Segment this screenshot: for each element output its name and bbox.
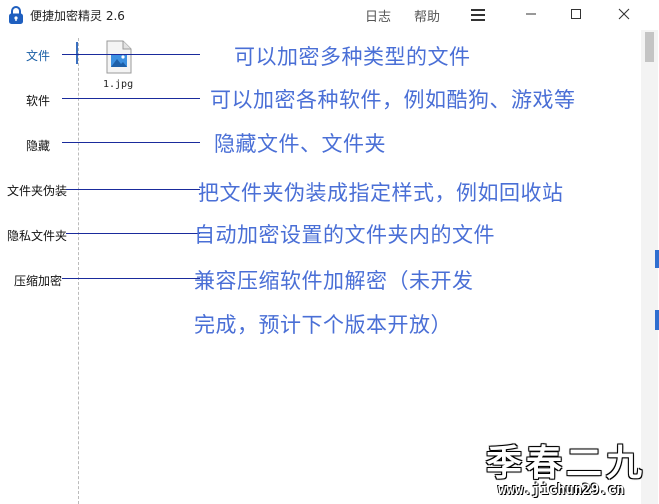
file-name: 1.jpg xyxy=(103,79,134,90)
annotation-private-folder: 自动加密设置的文件夹内的文件 xyxy=(194,223,495,247)
annotation-line xyxy=(66,189,200,190)
lock-icon xyxy=(9,6,23,24)
annotation-line xyxy=(66,233,200,234)
sidebar-item-compress-encrypt[interactable]: 压缩加密 xyxy=(14,272,62,289)
app-title: 便捷加密精灵 2.6 xyxy=(30,9,125,23)
edge-accent xyxy=(655,310,659,330)
annotation-line xyxy=(62,54,200,55)
watermark-text: 季春二九 xyxy=(486,442,647,484)
annotation-software: 可以加密各种软件，例如酷狗、游戏等 xyxy=(210,88,576,112)
hamburger-menu-icon[interactable] xyxy=(471,9,485,21)
active-indicator xyxy=(76,42,78,64)
annotation-compress-line2: 完成，预计下个版本开放） xyxy=(194,313,452,337)
watermark: 季春二九 www.jichun29.cn xyxy=(486,434,652,502)
minimize-icon[interactable] xyxy=(519,3,543,25)
sidebar-item-files[interactable]: 文件 xyxy=(26,47,50,64)
annotation-line xyxy=(62,278,200,279)
watermark-url: www.jichun29.cn xyxy=(498,482,625,498)
annotation-compress-line1: 兼容压缩软件加解密（未开发 xyxy=(194,269,474,293)
sidebar-divider xyxy=(78,38,79,504)
sidebar-item-folder-disguise[interactable]: 文件夹伪装 xyxy=(7,182,67,199)
diary-menu[interactable]: 日志 xyxy=(365,6,391,25)
title-bar: 便捷加密精灵 2.6 日志 帮助 xyxy=(0,0,659,30)
close-icon[interactable] xyxy=(612,3,636,25)
annotation-folder-disguise: 把文件夹伪装成指定样式，例如回收站 xyxy=(198,181,564,205)
sidebar-item-hide[interactable]: 隐藏 xyxy=(26,137,50,154)
sidebar-item-private-folder[interactable]: 隐私文件夹 xyxy=(7,227,67,244)
annotation-line xyxy=(62,142,200,143)
annotation-hide: 隐藏文件、文件夹 xyxy=(214,132,386,156)
maximize-icon[interactable] xyxy=(564,3,588,25)
image-file-icon xyxy=(106,40,132,74)
annotation-line xyxy=(62,98,200,99)
sidebar-item-software[interactable]: 软件 xyxy=(26,92,50,109)
scrollbar-thumb[interactable] xyxy=(645,32,654,62)
help-menu[interactable]: 帮助 xyxy=(414,6,440,25)
edge-accent xyxy=(655,250,659,268)
app-window: 便捷加密精灵 2.6 日志 帮助 文件 软件 隐藏 文件夹伪装 隐私文件夹 压缩… xyxy=(0,0,659,504)
annotation-files: 可以加密多种类型的文件 xyxy=(234,45,471,69)
